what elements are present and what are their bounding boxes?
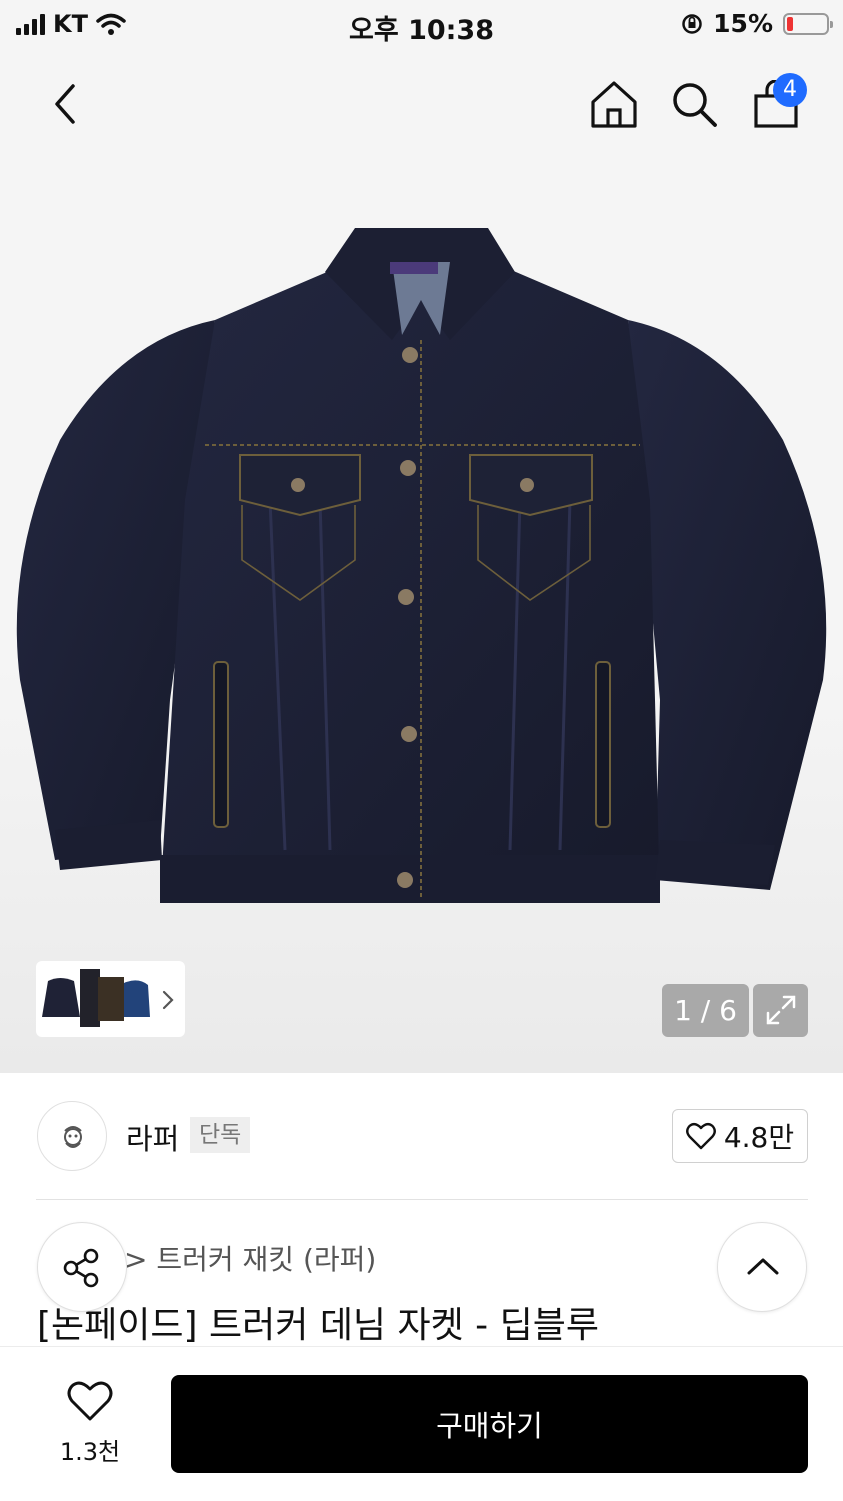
share-icon — [63, 1248, 99, 1288]
battery-icon — [783, 12, 833, 35]
wishlist-button[interactable]: 1.3천 — [40, 1376, 140, 1472]
brand-like-count: 4.8만 — [723, 1121, 795, 1154]
chevron-up-icon — [747, 1258, 779, 1275]
product-title: [논페이드] 트러커 데님 자켓 - 딥블루 — [37, 1305, 599, 1346]
orientation-lock-icon — [682, 13, 702, 34]
expand-icon — [766, 995, 796, 1025]
buy-button[interactable]: 구매하기 — [171, 1375, 808, 1473]
brand-like-button[interactable]: 4.8만 — [672, 1109, 808, 1163]
cart-count-badge: 4 — [773, 73, 807, 107]
search-icon[interactable] — [670, 80, 720, 130]
thumbnail-images — [40, 969, 150, 1027]
expand-button[interactable] — [753, 984, 808, 1037]
page-indicator: 1 / 6 — [662, 984, 749, 1037]
share-button[interactable] — [37, 1222, 127, 1312]
brand-logo[interactable] — [37, 1101, 107, 1171]
heart-icon — [685, 1122, 716, 1150]
heart-icon — [67, 1381, 113, 1421]
brand-logo-mark — [64, 1126, 82, 1148]
divider — [36, 1199, 808, 1200]
exclusive-badge: 단독 — [190, 1117, 251, 1153]
battery-percent: 15% — [713, 9, 773, 38]
wishlist-count: 1.3천 — [59, 1438, 121, 1466]
breadcrumb[interactable]: > 트러커 재킷 (라퍼) — [124, 1238, 376, 1278]
back-icon[interactable] — [48, 82, 82, 126]
brand-name[interactable]: 라퍼 — [126, 1116, 179, 1158]
thumbnail-strip[interactable] — [36, 961, 185, 1037]
product-image — [16, 228, 827, 903]
scroll-top-button[interactable] — [717, 1222, 807, 1312]
battery-group: 15% — [681, 9, 833, 38]
status-bar: KT 오후 10:38 15% — [0, 0, 843, 48]
chevron-right-icon[interactable] — [160, 989, 176, 1011]
home-icon[interactable] — [588, 78, 640, 130]
